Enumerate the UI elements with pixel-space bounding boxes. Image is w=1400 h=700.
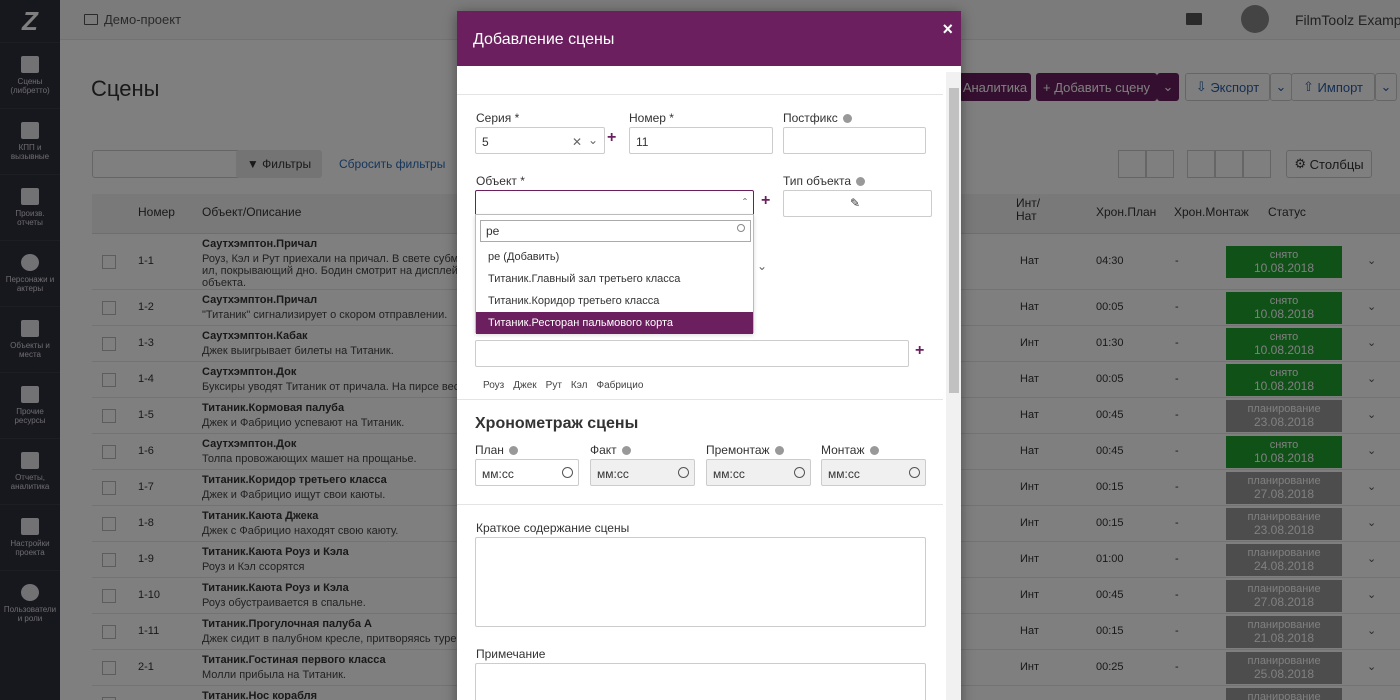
timing-placeholder: мм:сс	[828, 467, 860, 481]
modal-header: Добавление сцены ×	[457, 11, 961, 66]
character-chip[interactable]: Роуз	[483, 380, 504, 391]
character-chips: Роуз Джек Рут Кэл Фабрицио	[483, 380, 643, 391]
object-type-label: Тип объекта	[783, 174, 866, 188]
series-label: Серия *	[476, 111, 519, 125]
object-select[interactable]: ˆ	[475, 190, 754, 217]
required-mark: *	[520, 174, 525, 188]
search-icon	[737, 224, 745, 232]
timing-placeholder: мм:сс	[597, 467, 629, 481]
timing-premont-input[interactable]: мм:сс	[706, 459, 811, 486]
note-label: Примечание	[476, 647, 546, 661]
timing-mont-input[interactable]: мм:сс	[821, 459, 926, 486]
characters-input[interactable]	[475, 340, 909, 367]
number-input[interactable]: 11	[629, 127, 773, 154]
postfix-input[interactable]	[783, 127, 926, 154]
character-chip[interactable]: Кэл	[571, 380, 588, 391]
timing-placeholder: мм:сс	[482, 467, 514, 481]
info-icon[interactable]	[774, 446, 784, 456]
add-character-icon[interactable]: +	[915, 342, 924, 360]
timing-plan-input[interactable]: мм:сс	[475, 459, 579, 486]
timing-premont-label: Премонтаж	[706, 443, 784, 457]
timing-placeholder: мм:сс	[713, 467, 745, 481]
object-label: Объект *	[476, 174, 525, 188]
character-chip[interactable]: Фабрицио	[596, 380, 643, 391]
note-textarea[interactable]	[475, 663, 926, 700]
number-label-text: Номер	[629, 111, 666, 125]
chevron-down-icon[interactable]: ⌄	[757, 259, 767, 273]
close-icon[interactable]: ×	[942, 19, 953, 40]
app-root: Z Сцены (либретто) КПП и вызывные Произв…	[0, 0, 1400, 700]
summary-textarea[interactable]	[475, 537, 926, 627]
add-object-icon[interactable]: +	[761, 192, 770, 210]
series-select[interactable]: 5 ✕ ⌄	[475, 127, 605, 154]
summary-label: Краткое содержание сцены	[476, 521, 630, 535]
divider	[457, 94, 943, 95]
dropdown-option[interactable]: ре (Добавить)	[476, 246, 753, 268]
object-label-text: Объект	[476, 174, 517, 188]
clear-icon[interactable]: ✕	[572, 135, 582, 149]
required-mark: *	[669, 111, 674, 125]
timing-label-text: План	[475, 443, 504, 457]
postfix-label: Постфикс	[783, 111, 852, 125]
chevron-up-icon: ˆ	[743, 196, 747, 210]
modal-title: Добавление сцены	[473, 31, 615, 48]
scrollbar-thumb[interactable]	[949, 88, 959, 393]
object-search-input[interactable]	[480, 220, 751, 242]
clock-icon[interactable]	[678, 467, 689, 478]
add-scene-modal: Добавление сцены × Серия * 5 ✕ ⌄ + Номер *…	[457, 11, 961, 700]
number-label: Номер *	[629, 111, 674, 125]
modal-body: Серия * 5 ✕ ⌄ + Номер * 11 Постфикс Объект…	[457, 66, 961, 700]
character-chip[interactable]: Джек	[513, 380, 536, 391]
divider	[457, 399, 943, 400]
series-label-text: Серия	[476, 111, 512, 125]
timing-label-text: Премонтаж	[706, 443, 770, 457]
info-icon[interactable]	[508, 446, 518, 456]
clock-icon[interactable]	[794, 467, 805, 478]
required-mark: *	[514, 111, 520, 125]
pencil-icon[interactable]: ✎	[850, 196, 860, 210]
object-dropdown: ре (Добавить) Титаник.Главный зал третье…	[475, 214, 754, 334]
info-icon[interactable]	[621, 446, 631, 456]
dropdown-option[interactable]: Титаник.Главный зал третьего класса	[476, 268, 753, 290]
timing-plan-label: План	[475, 443, 518, 457]
clock-icon[interactable]	[562, 467, 573, 478]
dropdown-option[interactable]: Титаник.Коридор третьего класса	[476, 290, 753, 312]
dropdown-option-highlighted[interactable]: Титаник.Ресторан пальмового корта	[476, 312, 753, 334]
timing-label-text: Монтаж	[821, 443, 865, 457]
clock-icon[interactable]	[909, 467, 920, 478]
character-chip[interactable]: Рут	[546, 380, 562, 391]
timing-fact-label: Факт	[590, 443, 631, 457]
divider	[457, 504, 943, 505]
series-value: 5	[482, 135, 489, 149]
object-type-label-text: Тип объекта	[783, 174, 852, 188]
chevron-down-icon: ⌄	[587, 133, 598, 147]
add-series-icon[interactable]: +	[607, 129, 616, 147]
postfix-label-text: Постфикс	[783, 111, 838, 125]
number-value: 11	[636, 135, 649, 149]
timing-label-text: Факт	[590, 443, 617, 457]
timing-fact-input[interactable]: мм:сс	[590, 459, 695, 486]
info-icon[interactable]	[842, 114, 852, 124]
info-icon[interactable]	[869, 446, 879, 456]
timing-mont-label: Монтаж	[821, 443, 879, 457]
info-icon[interactable]	[856, 177, 866, 187]
timing-title: Хронометраж сцены	[475, 415, 639, 432]
modal-scrollbar[interactable]	[946, 72, 961, 700]
